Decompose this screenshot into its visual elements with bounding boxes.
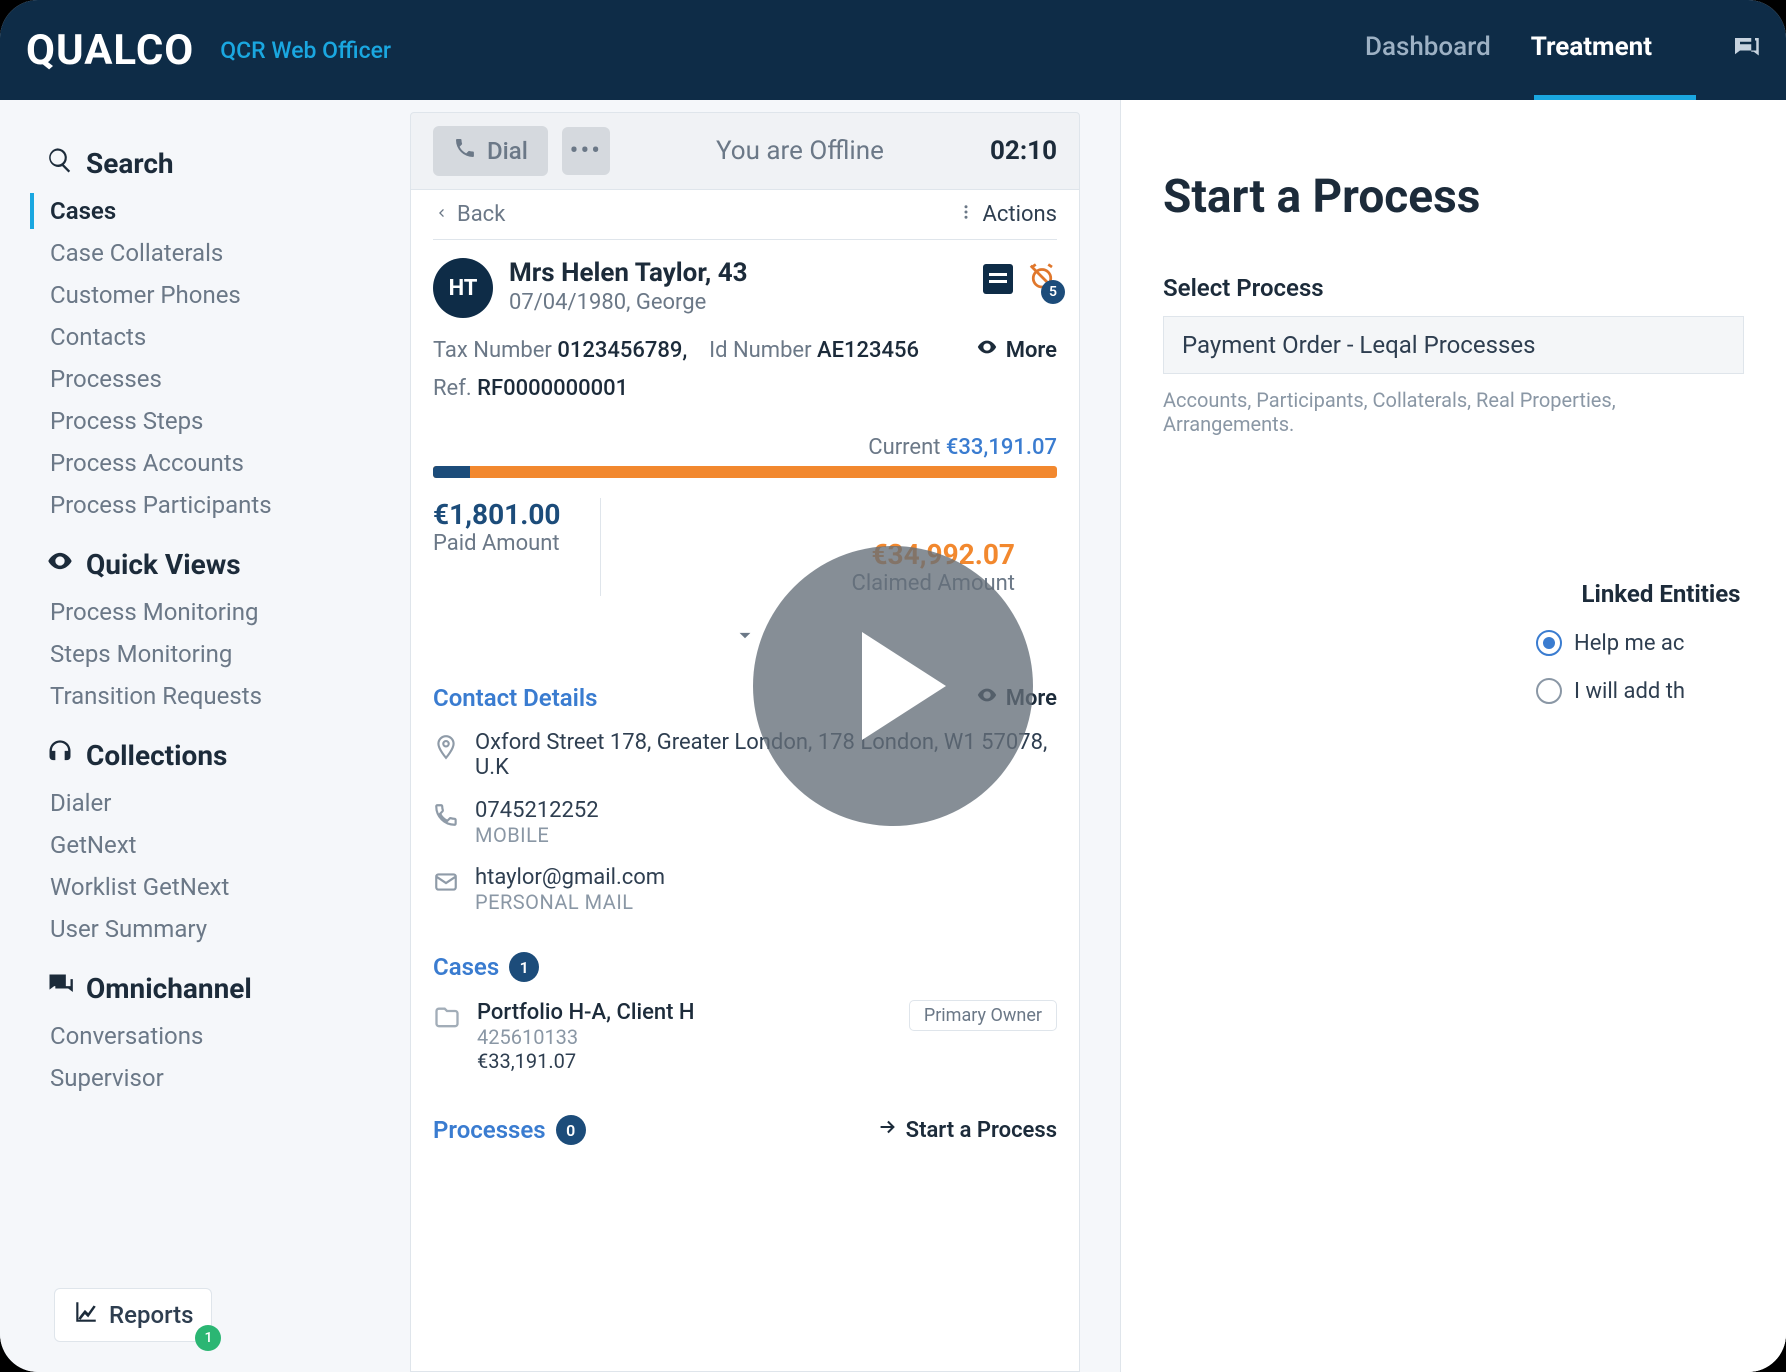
topbar: QUALCO QCR Web Officer Dashboard Treatme… [0,0,1786,100]
sidebar-item-worklist-getnext[interactable]: Worklist GetNext [30,869,384,905]
right-panel: Start a Process Select Process Payment O… [1120,100,1786,1372]
radio-help-me[interactable]: Help me ac [1536,630,1786,656]
sidebar-item-processes[interactable]: Processes [30,361,384,397]
eye-icon [976,336,998,364]
select-process-label: Select Process [1163,274,1744,302]
customer-name: Mrs Helen Taylor, 43 [509,258,967,288]
tab-dashboard[interactable]: Dashboard [1365,32,1491,68]
sidebar-item-user-summary[interactable]: User Summary [30,911,384,947]
radio-icon [1536,630,1562,656]
search-items: Cases Case Collaterals Customer Phones C… [46,193,384,523]
radio-icon [1536,678,1562,704]
radio-label: I will add th [1574,679,1685,704]
email-row: htaylor@gmail.com PERSONAL MAIL [433,865,1057,914]
section-title-label: Quick Views [86,548,241,581]
play-button[interactable] [753,546,1033,826]
linked-entities-title: Linked Entities [1536,580,1786,608]
top-tabs: Dashboard Treatment [1365,32,1760,68]
phone-icon [453,136,477,166]
kebab-icon [957,202,975,227]
progress-bar [433,466,1057,478]
sidebar-item-process-accounts[interactable]: Process Accounts [30,445,384,481]
comments-icon[interactable] [983,264,1013,294]
callbar-more-button[interactable]: ••• [562,127,610,175]
paid-amount: €1,801.00 Paid Amount [433,498,560,596]
process-select[interactable]: Payment Order - Leqal Processes [1163,316,1744,374]
section-omnichannel: Omnichannel [46,971,384,1006]
alarm-icon[interactable]: 5 [1027,262,1057,296]
dial-button[interactable]: Dial [433,126,548,176]
sidebar-item-case-collaterals[interactable]: Case Collaterals [30,235,384,271]
section-title-label: Omnichannel [86,972,252,1005]
back-button[interactable]: Back [433,202,505,227]
sidebar-item-conversations[interactable]: Conversations [30,1018,384,1054]
arrow-right-icon [876,1116,898,1144]
sidebar-item-cases[interactable]: Cases [30,193,384,229]
location-icon [433,730,459,780]
headset-icon [46,738,74,773]
sidebar-item-dialer[interactable]: Dialer [30,785,384,821]
section-quickviews: Quick Views [46,547,384,582]
select-hint: Accounts, Participants, Collaterals, Rea… [1163,388,1744,436]
reports-badge: 1 [195,1325,221,1351]
mail-icon [433,865,459,914]
actions-button[interactable]: Actions [957,202,1057,227]
callbar: Dial ••• You are Offline 02:10 [410,112,1080,190]
breadcrumb-row: Back Actions [433,190,1057,240]
section-search: Search [46,146,384,181]
chart-icon [73,1299,99,1331]
customer-sub: 07/04/1980, George [509,290,967,315]
chevron-left-icon [433,202,449,227]
radio-i-will-add[interactable]: I will add th [1536,678,1786,704]
sidebar-item-transition-requests[interactable]: Transition Requests [30,678,384,714]
ownership-chip: Primary Owner [909,1000,1057,1031]
reports-label: Reports [109,1301,193,1329]
eye-icon [46,547,74,582]
back-label: Back [457,202,505,227]
phone-icon [433,798,459,847]
brand-logo: QUALCO [26,26,194,75]
radio-label: Help me ac [1574,631,1684,656]
sidebar: Search Cases Case Collaterals Customer P… [0,100,402,1372]
chat-icon[interactable] [1730,33,1760,67]
sidebar-item-process-monitoring[interactable]: Process Monitoring [30,594,384,630]
processes-header: Processes 0 [433,1115,586,1145]
actions-label: Actions [983,202,1057,227]
brand-subtitle: QCR Web Officer [220,37,391,64]
more-ids-button[interactable]: More [976,336,1057,364]
folder-icon [433,1000,461,1036]
current-amount-row: Current €33,191.07 [433,435,1057,460]
sidebar-item-contacts[interactable]: Contacts [30,319,384,355]
reference-row: Ref. RF0000000001 [433,376,1057,401]
cases-header: Cases 1 [433,952,1057,982]
offline-status: You are Offline [624,136,976,166]
case-item[interactable]: Portfolio H-A, Client H 425610133 €33,19… [433,1000,1057,1073]
section-title-label: Search [86,147,174,180]
sidebar-item-process-steps[interactable]: Process Steps [30,403,384,439]
call-timer: 02:10 [990,136,1057,166]
reports-button[interactable]: Reports 1 [54,1288,212,1342]
chat-icon [46,971,74,1006]
cases-count-badge: 1 [509,952,539,982]
dial-label: Dial [487,137,528,165]
sidebar-item-supervisor[interactable]: Supervisor [30,1060,384,1096]
contact-details-title: Contact Details [433,684,597,712]
sidebar-item-getnext[interactable]: GetNext [30,827,384,863]
start-process-label: Start a Process [906,1118,1057,1143]
processes-count-badge: 0 [556,1115,586,1145]
id-numbers: Tax Number 0123456789, Id Number AE12345… [433,338,919,363]
avatar: HT [433,258,493,318]
section-title-label: Collections [86,739,227,772]
sidebar-item-process-participants[interactable]: Process Participants [30,487,384,523]
start-process-link[interactable]: Start a Process [876,1116,1057,1144]
section-collections: Collections [46,738,384,773]
page-title: Start a Process [1163,170,1744,224]
play-icon [862,632,946,740]
more-label: More [1006,338,1057,363]
sidebar-item-steps-monitoring[interactable]: Steps Monitoring [30,636,384,672]
tab-treatment[interactable]: Treatment [1531,32,1652,68]
sidebar-item-customer-phones[interactable]: Customer Phones [30,277,384,313]
alarm-badge: 5 [1041,280,1065,304]
search-icon [46,146,74,181]
